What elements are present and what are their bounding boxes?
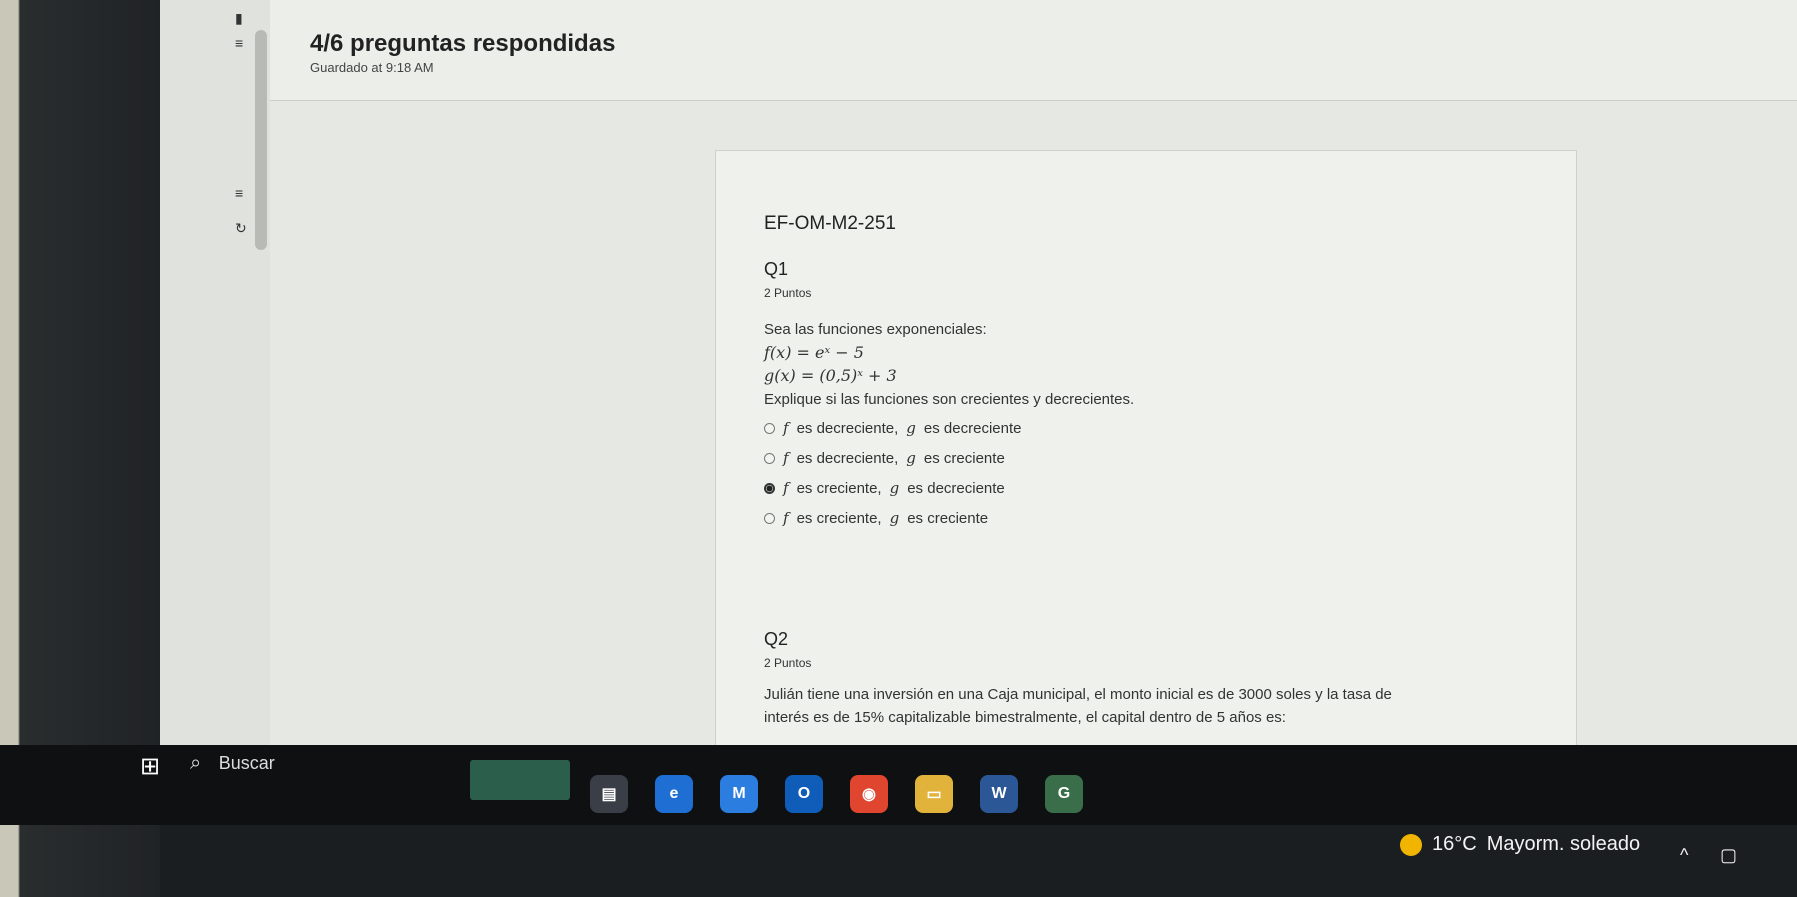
menu-icon[interactable]: ≡ [235,35,243,51]
question-1-intro: Sea las funciones exponenciales: [764,321,987,338]
list-icon[interactable]: ≡ [235,185,243,201]
question-2-points: 2 Puntos [764,656,812,670]
windows-start-icon[interactable]: ⊞ [140,752,166,780]
task-view-icon[interactable]: ▤ [590,775,628,813]
search-highlight-image[interactable] [470,760,570,800]
option-4[interactable]: f es creciente, g es creciente [764,509,988,527]
browser-screen: ▮ ≡ ≡ ↻ 4/6 preguntas respondidas Guarda… [160,0,1797,760]
notification-icon[interactable]: ▢ [1720,845,1737,866]
file-explorer-icon[interactable]: ▭ [915,775,953,813]
quiz-header: 4/6 preguntas respondidas Guardado at 9:… [270,0,1797,101]
signal-icon: ▮ [235,10,243,26]
radio-option-1[interactable] [764,422,775,434]
option-2[interactable]: f es decreciente, g es creciente [764,449,1005,467]
weather-widget[interactable]: 16°C Mayorm. soleado [1400,833,1640,856]
chrome-icon[interactable]: ◉ [850,775,888,813]
radio-option-4[interactable] [764,512,775,524]
saved-status: Guardado at 9:18 AM [310,60,434,75]
question-1-prompt: Explique si las funciones son crecientes… [764,391,1135,408]
sun-icon [1400,833,1422,856]
radio-option-3[interactable] [764,482,775,494]
app-icon[interactable]: G [1045,775,1083,813]
exam-code: EF-OM-M2-251 [764,213,896,234]
left-rail: ▮ ≡ ≡ ↻ [160,0,270,760]
weather-temp: 16°C [1432,833,1477,855]
word-icon[interactable]: W [980,775,1018,813]
search-icon: ⌕ [190,752,202,774]
function-f: f(x) = eˣ − 5 [764,343,864,362]
progress-title: 4/6 preguntas respondidas [310,30,616,57]
edge-icon[interactable]: e [655,775,693,813]
question-1-points: 2 Puntos [764,286,812,300]
function-g: g(x) = (0,5)ˣ + 3 [764,366,897,385]
question-2-line-1: Julián tiene una inversión en una Caja m… [764,686,1392,703]
weather-desc: Mayorm. soleado [1486,833,1641,855]
question-card: EF-OM-M2-251 Q1 2 Puntos Sea las funcion… [715,150,1577,760]
taskbar-search[interactable]: ⌕ Buscar [190,752,275,775]
outlook-icon[interactable]: O [785,775,823,813]
question-1-label: Q1 [764,259,789,279]
question-2-label: Q2 [764,629,789,649]
option-3[interactable]: f es creciente, g es decreciente [764,479,1005,497]
radio-option-2[interactable] [764,452,775,464]
search-input[interactable]: Buscar [219,753,275,773]
refresh-icon[interactable]: ↻ [235,220,247,237]
m365-icon[interactable]: M [720,775,758,813]
scrollbar[interactable] [255,30,267,250]
chevron-up-icon[interactable]: ^ [1680,845,1688,866]
question-2-line-2: interés es de 15% capitalizable bimestra… [764,709,1286,726]
option-1[interactable]: f es decreciente, g es decreciente [764,419,1021,437]
